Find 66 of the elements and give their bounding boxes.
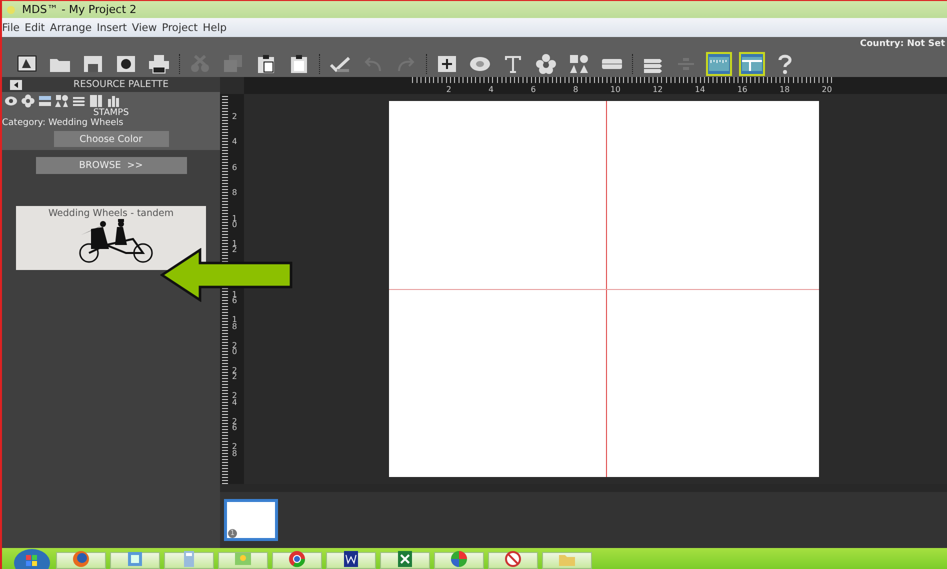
ruler-label: 28 bbox=[232, 444, 238, 457]
ruler-label: 12 bbox=[620, 77, 663, 94]
ruler-label: 12 bbox=[232, 241, 238, 254]
taskbar-button[interactable] bbox=[488, 552, 538, 569]
ruler-label: 20 bbox=[232, 342, 238, 356]
ruler-label: 4 bbox=[232, 139, 238, 146]
columns-icon[interactable] bbox=[89, 94, 103, 108]
taskbar-button[interactable] bbox=[434, 552, 484, 569]
menu-item[interactable]: Help bbox=[202, 22, 227, 34]
menu-item[interactable]: View bbox=[132, 22, 157, 34]
ruler-label: 18 bbox=[232, 317, 238, 330]
ruler-label: 6 bbox=[232, 164, 238, 172]
collapse-icon[interactable] bbox=[10, 80, 22, 90]
stack-icon[interactable] bbox=[38, 94, 52, 108]
menu-item[interactable]: Project bbox=[162, 22, 198, 34]
app-icon bbox=[6, 4, 16, 14]
menu-item[interactable]: Insert bbox=[96, 22, 127, 34]
taskbar-button[interactable] bbox=[326, 552, 376, 569]
category-label: Category: Wedding Wheels bbox=[2, 118, 124, 128]
taskbar-button[interactable] bbox=[272, 552, 322, 569]
section-title: STAMPS bbox=[93, 108, 129, 118]
menu-item[interactable]: Edit bbox=[24, 22, 45, 34]
globe-icon bbox=[72, 550, 90, 568]
picture-frame-icon bbox=[16, 52, 38, 74]
ruler-label: 16 bbox=[705, 77, 748, 94]
paste-icon bbox=[255, 52, 277, 74]
flower-icon[interactable] bbox=[21, 94, 35, 108]
ruler-label: 10 bbox=[578, 77, 620, 94]
colorful-orb-icon bbox=[450, 550, 468, 568]
ruler-label: 10 bbox=[232, 216, 238, 228]
stamp-title: Wedding Wheels - tandem bbox=[48, 208, 174, 219]
ruler-label: 24 bbox=[232, 393, 238, 406]
layers-icon[interactable] bbox=[72, 94, 86, 108]
printer-icon bbox=[148, 52, 170, 74]
copy-icon bbox=[222, 52, 244, 74]
menu-item[interactable]: Arrange bbox=[50, 22, 92, 34]
ruler-label: 4 bbox=[451, 77, 494, 94]
shapes-icon[interactable] bbox=[55, 94, 69, 108]
flower-icon bbox=[535, 52, 557, 74]
ruler-label: 2 bbox=[409, 77, 452, 94]
stamp-card[interactable]: Wedding Wheels - tandem bbox=[16, 206, 206, 270]
document-icon bbox=[342, 550, 360, 568]
window-title: MDS™ - My Project 2 bbox=[22, 3, 137, 16]
landscape-icon bbox=[234, 550, 252, 568]
toolbar-button[interactable] bbox=[739, 52, 765, 76]
bars-icon[interactable] bbox=[106, 94, 120, 108]
clipboard-icon bbox=[288, 52, 310, 74]
ruler-label: 2 bbox=[232, 114, 238, 120]
ruler-label: 18 bbox=[747, 77, 790, 94]
ruler-label: 22 bbox=[232, 368, 238, 381]
browse-button[interactable]: BROWSE >> bbox=[36, 157, 186, 174]
start-button[interactable] bbox=[12, 547, 52, 569]
ruler-label: 8 bbox=[232, 190, 238, 197]
spreadsheet-icon bbox=[396, 550, 414, 568]
no-entry-icon bbox=[504, 550, 522, 568]
palette-title: RESOURCE PALETTE bbox=[72, 79, 170, 90]
menu-item[interactable]: File bbox=[2, 22, 20, 34]
ruler-label: 16 bbox=[232, 292, 238, 305]
taskbar-button[interactable] bbox=[380, 552, 430, 569]
ruler-label: 26 bbox=[232, 418, 238, 432]
eye-icon[interactable] bbox=[4, 94, 18, 108]
toolbar-button[interactable] bbox=[706, 52, 732, 76]
choose-color-button[interactable]: Choose Color bbox=[54, 131, 168, 147]
country-label: Country: Not Set bbox=[860, 38, 946, 48]
shapes-icon bbox=[568, 52, 590, 74]
taskbar-button[interactable] bbox=[56, 552, 106, 569]
